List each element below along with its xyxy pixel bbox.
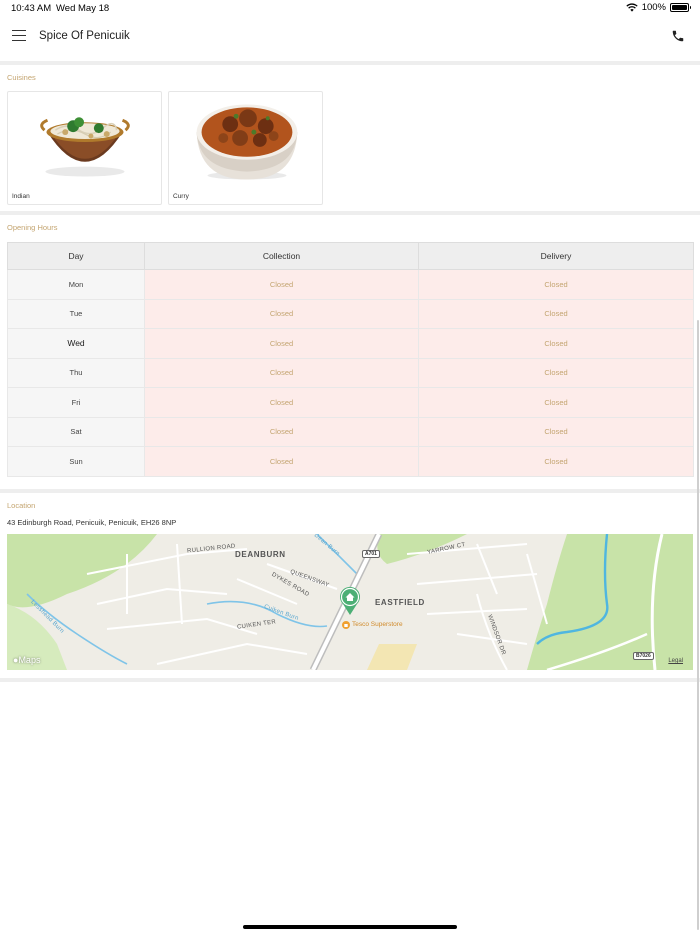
maps-brand: ●Maps: [13, 655, 40, 665]
table-header-row: Day Collection Delivery: [7, 242, 694, 270]
cuisines-heading: Cuisines: [7, 73, 36, 82]
collection-cell: Closed: [144, 387, 419, 418]
cuisine-card-curry[interactable]: Curry: [168, 91, 323, 205]
delivery-cell: Closed: [418, 357, 694, 388]
legal-link[interactable]: Legal: [668, 658, 683, 664]
map-place-label: DEANBURN: [235, 550, 286, 559]
collection-cell: Closed: [144, 416, 419, 447]
battery-icon: [670, 3, 691, 12]
table-row: Thu Closed Closed: [7, 357, 694, 388]
opening-hours-table: Day Collection Delivery Mon Closed Close…: [7, 242, 694, 477]
status-bar: 10:43 AM Wed May 18 100%: [0, 0, 700, 18]
table-row-today: Wed Closed Closed: [7, 328, 694, 359]
section-divider: [0, 489, 700, 493]
collection-cell: Closed: [144, 269, 419, 300]
maps-brand-text: Maps: [18, 655, 41, 665]
column-header-collection: Collection: [144, 242, 419, 270]
delivery-cell: Closed: [418, 269, 694, 300]
day-cell: Mon: [7, 269, 145, 300]
day-cell: Sun: [7, 446, 145, 477]
cuisine-label: Indian: [12, 193, 30, 200]
location-heading: Location: [7, 501, 36, 510]
section-divider: [0, 678, 700, 682]
page-title: Spice Of Penicuik: [39, 30, 130, 42]
shopping-bag-icon: [342, 621, 350, 629]
wifi-icon: [626, 3, 638, 12]
address-text: 43 Edinburgh Road, Penicuik, Penicuik, E…: [7, 518, 177, 527]
day-cell: Fri: [7, 387, 145, 418]
table-row: Fri Closed Closed: [7, 387, 694, 418]
status-date: Wed May 18: [56, 3, 110, 14]
day-cell: Tue: [7, 298, 145, 329]
collection-cell: Closed: [144, 328, 419, 359]
column-header-delivery: Delivery: [418, 242, 694, 270]
home-indicator[interactable]: [243, 925, 457, 929]
section-divider: [0, 211, 700, 215]
delivery-cell: Closed: [418, 328, 694, 359]
status-right: 100%: [626, 2, 691, 13]
nav-bar: Spice Of Penicuik: [0, 18, 700, 60]
noodle-bowl-photo: [40, 117, 130, 177]
delivery-cell: Closed: [418, 416, 694, 447]
hamburger-menu-icon[interactable]: [12, 30, 26, 42]
table-row: Sat Closed Closed: [7, 416, 694, 447]
delivery-cell: Closed: [418, 298, 694, 329]
column-header-day: Day: [7, 242, 145, 270]
table-row: Sun Closed Closed: [7, 446, 694, 477]
day-cell: Wed: [7, 328, 145, 359]
cuisine-card-indian[interactable]: Indian: [7, 91, 162, 205]
curry-bowl-photo: [196, 104, 298, 180]
battery-percent: 100%: [641, 2, 666, 13]
scrollbar[interactable]: [696, 320, 699, 930]
phone-icon[interactable]: [671, 29, 685, 43]
collection-cell: Closed: [144, 298, 419, 329]
map-road-badge: B7026: [633, 652, 654, 660]
day-cell: Sat: [7, 416, 145, 447]
day-cell: Thu: [7, 357, 145, 388]
map-road-badge: A701: [362, 550, 380, 558]
section-divider: [0, 61, 700, 65]
map-poi-label[interactable]: Tesco Superstore: [352, 621, 403, 628]
collection-cell: Closed: [144, 446, 419, 477]
status-time: 10:43 AM: [11, 3, 52, 14]
delivery-cell: Closed: [418, 446, 694, 477]
location-map[interactable]: DEANBURN EASTFIELD RULLION ROAD Dean Bur…: [7, 534, 693, 670]
opening-hours-heading: Opening Hours: [7, 223, 58, 232]
collection-cell: Closed: [144, 357, 419, 388]
table-row: Mon Closed Closed: [7, 269, 694, 300]
delivery-cell: Closed: [418, 387, 694, 418]
home-pin-icon[interactable]: [339, 586, 361, 616]
table-row: Tue Closed Closed: [7, 298, 694, 329]
map-place-label: EASTFIELD: [375, 598, 425, 607]
cuisine-label: Curry: [173, 193, 189, 200]
